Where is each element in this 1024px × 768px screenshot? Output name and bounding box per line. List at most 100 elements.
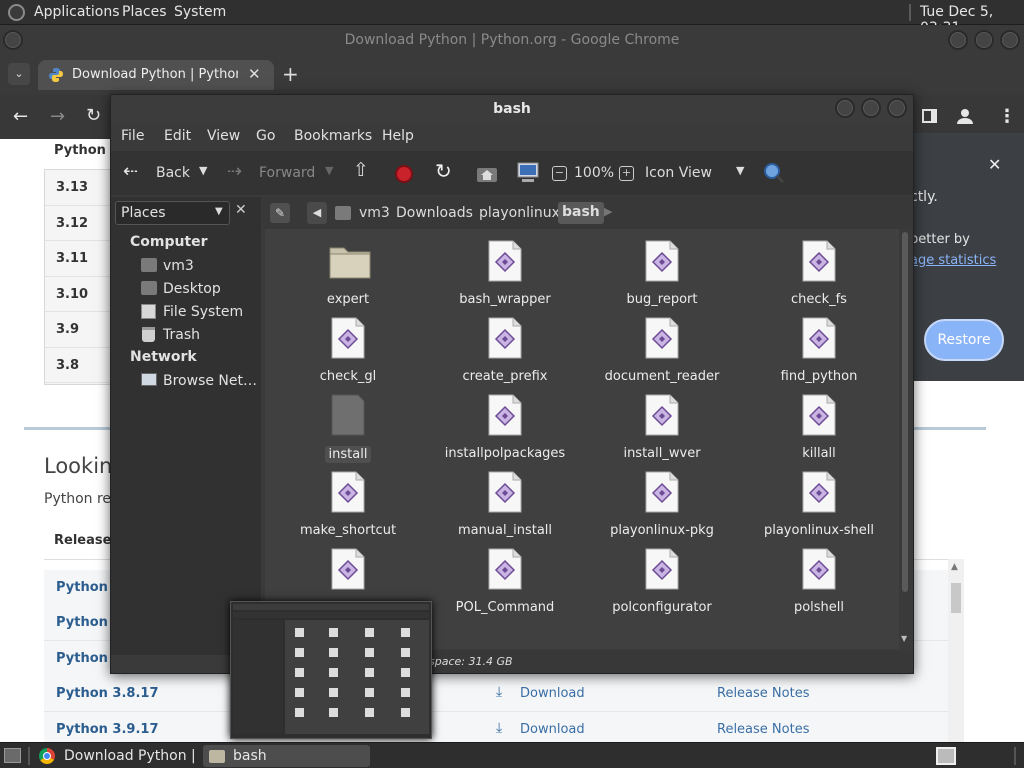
file-item[interactable]: expert [273, 234, 423, 311]
download-link[interactable]: Download [520, 686, 585, 701]
profile-icon[interactable] [956, 107, 974, 125]
new-tab-plus-icon[interactable]: + [282, 62, 299, 86]
file-item[interactable]: polconfigurator [587, 542, 737, 619]
file-item[interactable]: POL_Command [430, 542, 580, 619]
system-menu[interactable]: System [174, 4, 226, 20]
usage-statistics-link[interactable]: age statistics [910, 253, 996, 268]
file-item[interactable]: create_prefix [430, 311, 580, 388]
tab-search-chevron-icon[interactable]: ⌄ [8, 63, 30, 85]
file-item[interactable]: make_shortcut [273, 465, 423, 542]
workspace-switcher[interactable] [936, 747, 956, 765]
download-icon[interactable]: ⤓ [496, 684, 502, 700]
release-link[interactable]: Python 3.9.17 [56, 722, 158, 737]
download-icon[interactable]: ⤓ [496, 720, 502, 736]
taskbar-item-chrome[interactable]: Download Python | ... [34, 745, 198, 767]
reload-icon[interactable]: ↻ [86, 105, 101, 126]
file-item[interactable]: find_python [744, 311, 894, 388]
release-link[interactable]: Python 3.8.17 [56, 686, 158, 701]
menu-go[interactable]: Go [256, 128, 275, 144]
sidebar-mode-select[interactable]: Places ▼ [115, 201, 230, 225]
reload-icon[interactable]: ↻ [435, 159, 452, 183]
edit-location-icon[interactable]: ✎ [270, 203, 290, 223]
file-item[interactable]: check_fs [744, 234, 894, 311]
download-link[interactable]: Download [520, 722, 585, 737]
fm-maximize-button[interactable] [861, 98, 881, 118]
tab-python[interactable]: Download Python | Python.org ✕ [38, 60, 274, 90]
home-icon[interactable] [476, 163, 498, 183]
menu-file[interactable]: File [121, 128, 144, 144]
scroll-thumb[interactable] [951, 583, 961, 613]
path-segment-vm3[interactable]: vm3 [359, 205, 390, 221]
maximize-button[interactable] [974, 30, 994, 50]
forward-history-chevron-icon[interactable]: ▼ [325, 164, 333, 177]
sidebar-item-desktop[interactable]: Desktop [139, 279, 259, 301]
file-item[interactable]: document_reader [587, 311, 737, 388]
gnome-foot-icon[interactable] [8, 4, 25, 21]
file-item[interactable]: installpolpackages [430, 388, 580, 465]
forward-button[interactable]: Forward [259, 165, 315, 181]
menu-edit[interactable]: Edit [164, 128, 191, 144]
file-item[interactable]: playonlinux-shell [744, 465, 894, 542]
path-left-chevron-icon[interactable]: ◀ [307, 202, 327, 224]
minimize-button[interactable] [948, 30, 968, 50]
release-notes-link[interactable]: Release Notes [717, 686, 809, 701]
back-button[interactable]: Back [156, 165, 190, 181]
fm-minimize-button[interactable] [835, 98, 855, 118]
fm-close-button[interactable] [887, 98, 907, 118]
zoom-level[interactable]: 100% [574, 165, 614, 181]
back-history-chevron-icon[interactable]: ▼ [199, 164, 207, 177]
file-item[interactable]: polshell [744, 542, 894, 619]
fm-scroll-thumb[interactable] [902, 232, 908, 592]
up-icon[interactable]: ⇧ [353, 159, 369, 181]
menu-help[interactable]: Help [382, 128, 414, 144]
zoom-in-icon[interactable]: + [619, 166, 634, 181]
path-right-chevron-icon[interactable]: ▶ [604, 205, 612, 218]
path-segment-downloads[interactable]: Downloads [396, 205, 473, 221]
kebab-menu-icon[interactable]: ⋮ [998, 106, 1016, 127]
file-item[interactable]: bug_report [587, 234, 737, 311]
back-arrow-icon[interactable]: ← [13, 106, 28, 127]
computer-icon[interactable] [516, 162, 540, 184]
scroll-down-icon[interactable]: ▼ [901, 634, 907, 643]
places-menu[interactable]: Places [122, 4, 167, 20]
view-mode-chevron-icon[interactable]: ▼ [736, 164, 744, 177]
scroll-up-icon[interactable]: ▲ [951, 562, 958, 572]
path-segment-bash[interactable]: bash [558, 202, 604, 224]
window-preview-thumbnail[interactable] [230, 601, 432, 739]
menu-bookmarks[interactable]: Bookmarks [294, 128, 372, 144]
file-item-label: polconfigurator [612, 600, 712, 615]
tab-close-icon[interactable]: ✕ [248, 65, 261, 83]
applications-menu[interactable]: Applications [34, 4, 120, 20]
file-item[interactable]: manual_install [430, 465, 580, 542]
zoom-out-icon[interactable]: − [552, 166, 567, 181]
sidebar-item-filesystem[interactable]: File System [139, 302, 259, 324]
page-scrollbar[interactable]: ▲ [948, 559, 964, 742]
file-item[interactable]: bash_wrapper [430, 234, 580, 311]
stop-icon[interactable] [395, 165, 413, 183]
file-item[interactable]: killall [744, 388, 894, 465]
window-menu-button[interactable] [3, 30, 23, 50]
taskbar-item-bash[interactable]: bash [203, 745, 370, 767]
forward-icon[interactable]: ⇢ [227, 161, 242, 182]
back-icon[interactable]: ⇠ [123, 161, 138, 182]
file-item[interactable]: install_wver [587, 388, 737, 465]
fm-scrollbar[interactable]: ▼ [899, 229, 911, 649]
close-button[interactable] [1000, 30, 1020, 50]
file-item[interactable]: check_gl [273, 311, 423, 388]
file-item[interactable]: playonlinux-pkg [587, 465, 737, 542]
search-icon[interactable] [763, 162, 785, 184]
forward-arrow-icon[interactable]: → [50, 106, 65, 127]
sidebar-item-vm3[interactable]: vm3 [139, 256, 259, 278]
restore-button[interactable]: Restore [924, 319, 1004, 361]
popup-close-icon[interactable]: ✕ [988, 155, 1001, 174]
sidebar-item-browse-network[interactable]: Browse Net… [139, 371, 259, 393]
menu-view[interactable]: View [207, 128, 240, 144]
release-notes-link[interactable]: Release Notes [717, 722, 809, 737]
show-desktop-icon[interactable] [4, 748, 21, 763]
sidebar-item-trash[interactable]: Trash [139, 325, 259, 347]
sidebar-close-icon[interactable]: ✕ [235, 202, 247, 218]
path-segment-playonlinux[interactable]: playonlinux [479, 205, 560, 221]
file-item[interactable]: install [273, 388, 423, 465]
side-panel-icon[interactable] [922, 109, 937, 123]
view-mode-select[interactable]: Icon View [645, 165, 712, 181]
